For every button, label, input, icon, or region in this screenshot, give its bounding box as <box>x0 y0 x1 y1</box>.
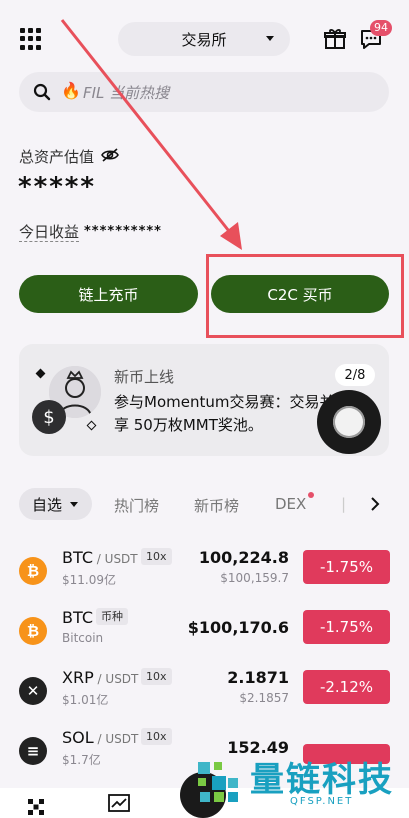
promo-title: 新币上线 <box>114 368 175 386</box>
market-price-fiat: $2.1857 <box>239 691 289 705</box>
apps-grid-icon[interactable] <box>20 28 42 50</box>
leverage-tag: 10x <box>141 728 172 745</box>
today-earnings-value: ********** <box>84 224 162 239</box>
coin-logo-icon: ≡ <box>19 737 47 765</box>
exchange-switch[interactable]: 交易所 <box>118 22 290 56</box>
change-badge[interactable]: -2.12% <box>303 670 390 704</box>
symbol-text: SOL <box>62 728 94 747</box>
search-placeholder: FIL 当前热搜 <box>83 84 170 102</box>
change-badge[interactable]: -1.75% <box>303 610 390 644</box>
symbol-text: BTC <box>62 608 93 627</box>
symbol-text: BTC <box>62 548 93 567</box>
search-icon <box>33 83 51 101</box>
tab-more-faded: | <box>341 495 347 513</box>
market-chart-icon[interactable] <box>108 794 130 814</box>
market-price: 100,224.8 <box>198 548 289 567</box>
chevron-down-icon <box>70 502 78 507</box>
tab-dex[interactable]: DEX <box>275 495 306 513</box>
quote-currency: / USDT <box>93 672 139 686</box>
decorative-diamond-outline-icon <box>86 420 97 431</box>
tab-new[interactable]: 新币榜 <box>194 495 239 516</box>
market-subtext: $11.09亿 <box>62 573 116 587</box>
coin-logo-icon: ✕ <box>19 677 47 705</box>
market-price-fiat: $100,159.7 <box>220 571 289 585</box>
chevron-right-icon[interactable] <box>369 496 381 512</box>
fire-icon: 🔥 <box>61 81 81 100</box>
gift-icon[interactable] <box>324 28 346 50</box>
market-price: 2.1871 <box>227 668 289 687</box>
tab-watchlist-label: 自选 <box>32 495 63 514</box>
symbol-text: XRP <box>62 668 94 687</box>
exchange-label: 交易所 <box>181 30 227 49</box>
dollar-icon: $ <box>32 400 66 434</box>
today-earnings-label[interactable]: 今日收益 <box>19 223 80 242</box>
leverage-tag: 10x <box>141 668 172 685</box>
coin-logo-icon: ₿ <box>19 557 47 585</box>
market-row[interactable]: ₿ BTC 币种 Bitcoin $100,170.6 -1.75% <box>0 604 409 664</box>
watermark-text: 量链科技 <box>250 760 394 800</box>
eye-off-icon[interactable] <box>101 147 119 163</box>
market-subtext: Bitcoin <box>62 631 104 645</box>
leverage-tag: 币种 <box>96 608 128 625</box>
market-row[interactable]: ₿ BTC / USDT 10x $11.09亿 100,224.8 $100,159.7… <box>0 544 409 604</box>
watermark-subtext: QFSP.NET <box>290 796 354 807</box>
quote-currency: / USDT <box>93 732 139 746</box>
total-assets-label: 总资产估值 <box>19 148 95 166</box>
change-badge[interactable]: -1.75% <box>303 550 390 584</box>
promo-pager: 2/8 <box>335 364 375 386</box>
leverage-tag: 10x <box>141 548 172 565</box>
market-price: $100,170.6 <box>187 618 289 637</box>
chevron-down-icon <box>266 36 274 41</box>
tab-dex-dot <box>308 492 314 498</box>
market-subtext: $1.01亿 <box>62 693 109 707</box>
market-symbol: SOL / USDT <box>62 728 138 747</box>
watermark-logo-icon <box>198 762 238 802</box>
coin-logo-icon: ₿ <box>19 617 47 645</box>
market-subtext: $1.7亿 <box>62 753 101 767</box>
annotation-box <box>206 254 404 338</box>
total-assets-value: ***** <box>18 172 96 202</box>
market-row[interactable]: ✕ XRP / USDT 10x $1.01亿 2.1871 $2.1857 -2.12% <box>0 664 409 724</box>
quote-currency: / USDT <box>92 552 138 566</box>
market-symbol: BTC / USDT <box>62 548 138 567</box>
decorative-diamond-icon <box>35 368 46 379</box>
chain-deposit-button[interactable]: 链上充币 <box>19 275 198 313</box>
search-bar[interactable]: 🔥 FIL 当前热搜 <box>19 72 389 112</box>
market-tabs: 自选 热门榜 新币榜 DEX | <box>19 488 409 520</box>
notification-badge: 94 <box>370 20 392 36</box>
market-symbol: BTC <box>62 608 93 627</box>
floating-assistive-button[interactable] <box>317 390 381 454</box>
top-bar: 交易所 94 <box>0 18 409 60</box>
home-x-icon[interactable] <box>27 798 45 816</box>
watermark: 量链科技 QFSP.NET <box>186 752 408 816</box>
tab-hot[interactable]: 热门榜 <box>114 495 159 516</box>
market-symbol: XRP / USDT <box>62 668 138 687</box>
tab-watchlist[interactable]: 自选 <box>19 488 92 520</box>
